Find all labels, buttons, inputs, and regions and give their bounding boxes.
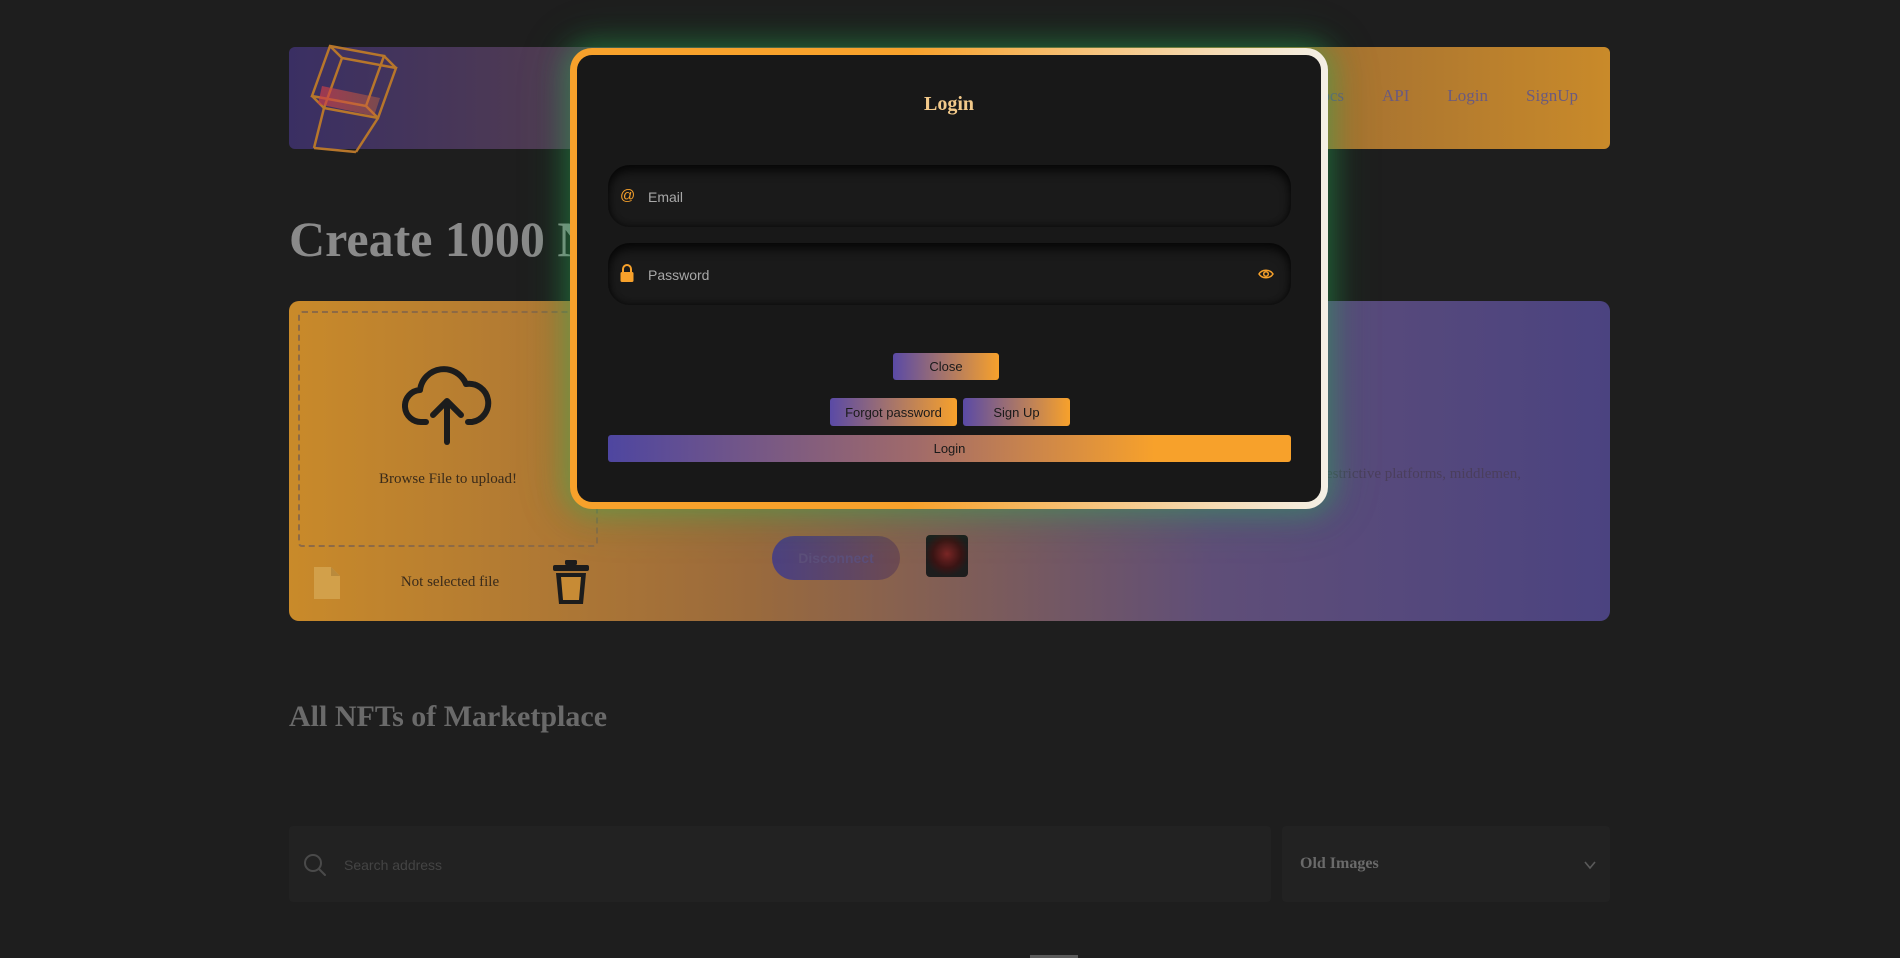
eye-icon[interactable] [1258,267,1274,281]
password-field [608,243,1291,305]
password-input[interactable] [646,262,1210,288]
login-modal: Login @ Close Forgot password Sign Up Lo… [570,48,1328,509]
email-field: @ [608,165,1291,227]
email-input[interactable] [646,184,1210,210]
lock-icon [620,264,634,282]
close-button[interactable]: Close [893,353,999,380]
modal-title: Login [923,93,975,115]
page: Docs API Login SignUp Create 1000 N Brow… [0,0,1900,958]
login-button[interactable]: Login [608,435,1291,462]
sign-up-button[interactable]: Sign Up [963,398,1070,426]
forgot-password-button[interactable]: Forgot password [830,398,957,426]
at-icon: @ [620,187,636,204]
